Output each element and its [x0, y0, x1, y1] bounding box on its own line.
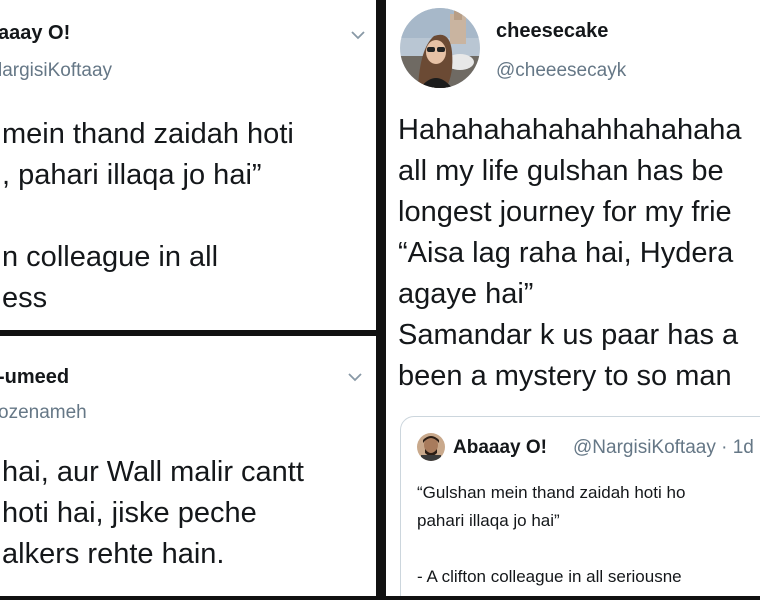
tweet-card-right: cheesecake @cheeesecayk Hahahahahahahhah… — [384, 0, 760, 596]
tweet-text-line: longest journey for my frie — [398, 196, 732, 228]
tweet-card-top-left: aaay O! largisiKoftaay mein thand zaidah… — [0, 0, 376, 330]
tweet-author-name[interactable]: cheesecake — [496, 20, 608, 43]
tweet-body-text: mein thand zaidah hoti , pahari illaqa j… — [2, 114, 294, 319]
tweet-author-handle[interactable]: @cheeesecayk — [496, 60, 626, 82]
tweet-text-line: , pahari illaqa jo hai” — [2, 159, 262, 191]
tweet-text-line: all my life gulshan has be — [398, 155, 724, 187]
quoted-tweet[interactable]: Abaaay O! @NargisiKoftaay · 1d “Gulshan … — [400, 416, 760, 596]
tweet-author-name[interactable]: aaay O! — [0, 22, 70, 45]
tweet-body-text: Hahahahahahahhahahaha all my life gulsha… — [398, 110, 742, 397]
tweet-author-handle[interactable]: ozenameh — [0, 402, 87, 424]
tweet-text-line: agaye hai” — [398, 278, 534, 310]
quoted-text-line: pahari illaqa jo hai” — [417, 511, 560, 530]
tweet-text-line: Hahahahahahahhahahaha — [398, 114, 742, 146]
quoted-text-line: “Gulshan mein thand zaidah hoti ho — [417, 483, 686, 502]
avatar[interactable] — [400, 8, 480, 88]
tweet-card-bottom-left: -umeed ozenameh hai, aur Wall malir cant… — [0, 336, 376, 596]
chevron-down-icon[interactable] — [351, 30, 365, 42]
quoted-tweet-text: “Gulshan mein thand zaidah hoti ho pahar… — [417, 479, 685, 591]
tweet-author-handle[interactable]: largisiKoftaay — [0, 60, 112, 82]
tweet-text-line: ess — [2, 282, 48, 314]
quoted-text-line: - A clifton colleague in all seriousne — [417, 567, 682, 586]
avatar[interactable] — [417, 433, 445, 461]
tweet-text-line: hoti hai, jiske peche — [2, 497, 257, 529]
tweet-screenshot-collage: aaay O! largisiKoftaay mein thand zaidah… — [0, 0, 760, 600]
tweet-text-line: been a mystery to so man — [398, 360, 732, 392]
tweet-text-line: Samandar k us paar has a — [398, 319, 739, 351]
chevron-down-icon[interactable] — [348, 372, 362, 384]
tweet-text-line: hai, aur Wall malir cantt — [2, 456, 304, 488]
tweet-author-name[interactable]: -umeed — [0, 366, 69, 389]
tweet-body-text: hai, aur Wall malir cantt hoti hai, jisk… — [2, 452, 304, 575]
tweet-text-line: n colleague in all — [2, 241, 219, 273]
quoted-tweet-author-name[interactable]: Abaaay O! — [453, 437, 547, 459]
tweet-text-line: alkers rehte hain. — [2, 538, 225, 570]
quoted-tweet-handle-time[interactable]: @NargisiKoftaay · 1d — [573, 437, 754, 459]
quoted-text-blank-line — [417, 535, 685, 563]
tweet-text-line: “Aisa lag raha hai, Hydera — [398, 237, 734, 269]
tweet-text-line: mein thand zaidah hoti — [2, 118, 294, 150]
